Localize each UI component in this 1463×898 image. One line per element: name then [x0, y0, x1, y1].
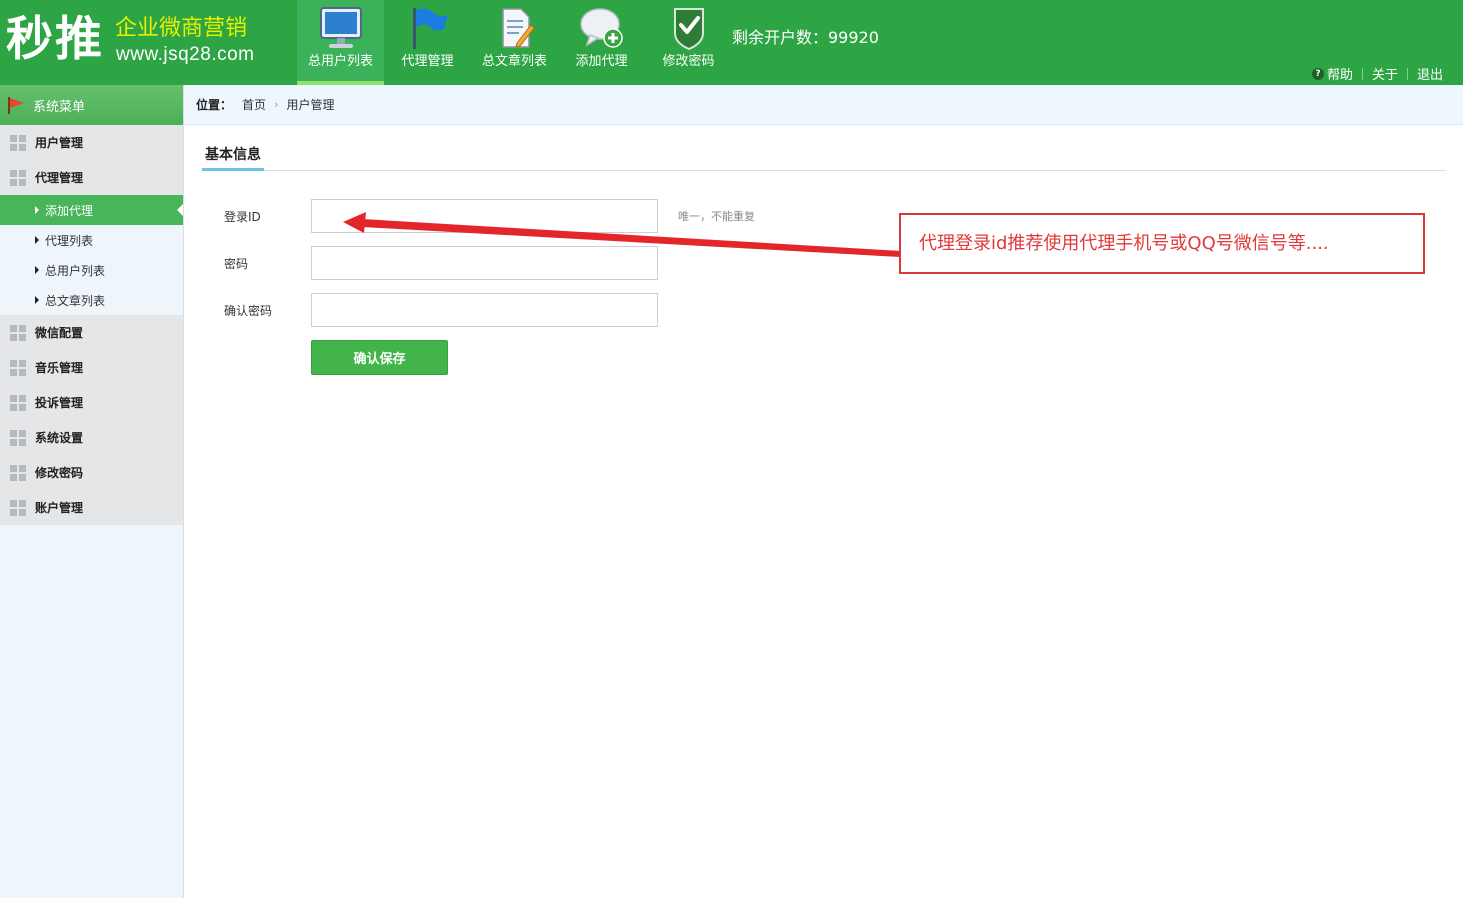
shield-check-icon — [673, 8, 704, 51]
top-header: 秒推 企业微商营销 www.jsq28.com 总用户列表 代理管理 总文章列表… — [0, 0, 1463, 85]
form-row-password: 密码 — [224, 246, 784, 280]
divider — [1361, 67, 1363, 80]
grid-icon — [10, 134, 26, 151]
divider — [1406, 67, 1408, 80]
topnav-label: 修改密码 — [662, 54, 715, 69]
sidebar-subitem-label: 添加代理 — [45, 203, 94, 218]
monitor-icon — [319, 7, 362, 48]
help-icon: ? — [1311, 67, 1324, 80]
form-row-login-id: 登录ID 唯一，不能重复 — [224, 199, 784, 233]
logo: 秒推 企业微商营销 www.jsq28.com — [0, 0, 290, 85]
sidebar-item-label: 投诉管理 — [35, 396, 84, 410]
sidebar-title: 系统菜单 — [0, 85, 183, 125]
annotation-box: 代理登录id推荐使用代理手机号或QQ号微信号等.... — [899, 213, 1425, 274]
top-links: ? 帮助 关于 退出 — [1311, 64, 1443, 83]
sidebar-item-system-settings[interactable]: 系统设置 — [0, 420, 183, 455]
topnav-add-agent[interactable]: 添加代理 — [558, 0, 645, 85]
sidebar-menu: 微信配置 音乐管理 投诉管理 系统设置 修改密码 账户管理 — [0, 315, 183, 525]
annotation-arrow — [343, 212, 918, 258]
topnav-user-list[interactable]: 总用户列表 — [297, 0, 384, 85]
sidebar-item-label: 代理管理 — [35, 171, 84, 185]
agent-submenu: 添加代理 代理列表 总用户列表 总文章列表 — [0, 195, 183, 315]
grid-icon — [10, 359, 26, 376]
sidebar-menu: 用户管理 代理管理 — [0, 125, 183, 195]
logo-slogan: 企业微商营销 — [115, 16, 248, 41]
breadcrumb-current[interactable]: 用户管理 — [286, 96, 334, 113]
sidebar-subitem-article-list[interactable]: 总文章列表 — [0, 285, 183, 315]
sidebar-item-account-manage[interactable]: 账户管理 — [0, 490, 183, 525]
sidebar-item-change-password[interactable]: 修改密码 — [0, 455, 183, 490]
flag-icon — [412, 8, 448, 49]
sidebar-subitem-label: 代理列表 — [45, 233, 94, 248]
tab-basic-info[interactable]: 基本信息 — [202, 140, 264, 171]
sidebar-item-complaint-manage[interactable]: 投诉管理 — [0, 385, 183, 420]
topnav-label: 代理管理 — [401, 54, 454, 69]
sidebar-item-agent-manage[interactable]: 代理管理 — [0, 160, 183, 195]
grid-icon — [10, 394, 26, 411]
sidebar-item-label: 账户管理 — [35, 501, 84, 515]
breadcrumb-home-link[interactable]: 首页 — [242, 96, 266, 113]
topnav-label: 总用户列表 — [307, 54, 373, 69]
login-id-label: 登录ID — [224, 210, 261, 224]
confirm-password-input[interactable] — [311, 293, 658, 327]
logo-main-text: 秒推 — [6, 12, 104, 67]
sidebar-subitem-add-agent[interactable]: 添加代理 — [0, 195, 183, 225]
remaining-accounts: 剩余开户数：99920 — [732, 28, 879, 47]
topnav-agent-manage[interactable]: 代理管理 — [384, 0, 471, 85]
document-edit-icon — [501, 8, 535, 48]
save-button[interactable]: 确认保存 — [311, 340, 448, 375]
sidebar-title-label: 系统菜单 — [33, 99, 86, 115]
sidebar-item-music-manage[interactable]: 音乐管理 — [0, 350, 183, 385]
grid-icon — [10, 429, 26, 446]
grid-icon — [10, 169, 26, 186]
sidebar-subitem-user-list[interactable]: 总用户列表 — [0, 255, 183, 285]
password-label: 密码 — [224, 257, 249, 271]
topnav-article-list[interactable]: 总文章列表 — [471, 0, 558, 85]
sidebar-item-wechat-config[interactable]: 微信配置 — [0, 315, 183, 350]
sidebar-item-label: 系统设置 — [35, 431, 84, 445]
sidebar-subitem-label: 总用户列表 — [45, 263, 106, 278]
help-link[interactable]: 帮助 — [1327, 64, 1353, 83]
form-row-confirm-password: 确认密码 — [224, 293, 784, 327]
grid-icon — [10, 499, 26, 516]
breadcrumb: 位置： 首页 › 用户管理 — [184, 85, 1463, 125]
red-flag-icon — [8, 97, 24, 114]
top-nav: 总用户列表 代理管理 总文章列表 添加代理 修改密码 — [297, 0, 732, 85]
sidebar-item-user-manage[interactable]: 用户管理 — [0, 125, 183, 160]
password-input[interactable] — [311, 246, 658, 280]
tab-bar: 基本信息 — [202, 140, 1446, 171]
sidebar-item-label: 音乐管理 — [35, 361, 84, 375]
breadcrumb-label: 位置： — [196, 98, 233, 112]
sidebar-item-label: 修改密码 — [35, 466, 84, 480]
sidebar-subitem-agent-list[interactable]: 代理列表 — [0, 225, 183, 255]
sidebar-item-label: 微信配置 — [35, 326, 84, 340]
grid-icon — [10, 464, 26, 481]
chevron-right-icon: › — [274, 98, 279, 111]
about-link[interactable]: 关于 — [1372, 64, 1398, 83]
login-id-input[interactable] — [311, 199, 658, 233]
sidebar-subitem-label: 总文章列表 — [45, 293, 106, 308]
sidebar-item-label: 用户管理 — [35, 136, 84, 150]
topnav-change-password[interactable]: 修改密码 — [645, 0, 732, 85]
logo-url: www.jsq28.com — [116, 44, 255, 65]
confirm-password-label: 确认密码 — [224, 304, 273, 318]
topnav-label: 总文章列表 — [481, 54, 547, 69]
grid-icon — [10, 324, 26, 341]
annotation-text: 代理登录id推荐使用代理手机号或QQ号微信号等.... — [919, 233, 1329, 254]
chat-add-icon — [579, 8, 623, 48]
sidebar: 系统菜单 用户管理 代理管理 添加代理 代理列表 总用户列表 总文章列表 微信配… — [0, 85, 184, 898]
login-id-hint: 唯一，不能重复 — [678, 210, 755, 223]
logout-link[interactable]: 退出 — [1417, 64, 1443, 83]
topnav-label: 添加代理 — [575, 54, 628, 69]
